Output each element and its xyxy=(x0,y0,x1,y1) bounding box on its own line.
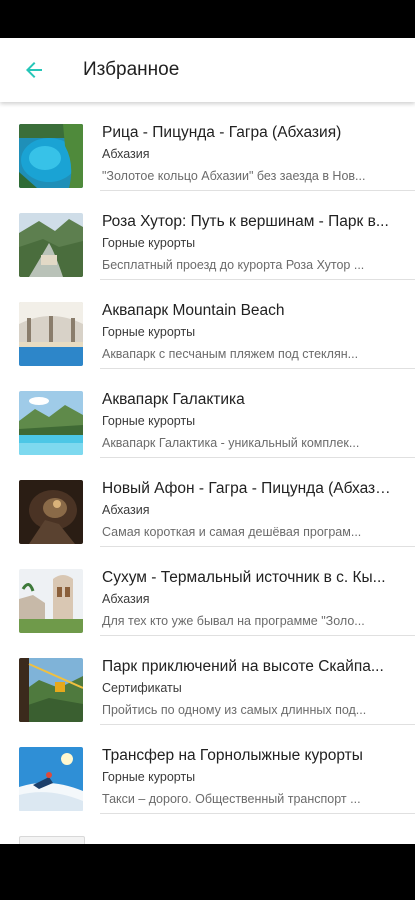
item-category: Абхазия xyxy=(102,147,150,161)
list-item[interactable]: Аквапарк Галактика Горные курорты Аквапа… xyxy=(0,369,415,458)
item-title: Трансфер на Горнолыжные курорты xyxy=(102,747,363,764)
page-title: Избранное xyxy=(83,59,180,80)
item-description: Такси – дорого. Общественный транспорт .… xyxy=(102,792,361,806)
item-thumbnail xyxy=(19,747,83,811)
item-category: Горные курорты xyxy=(102,325,196,339)
list-item[interactable]: Сухум - Термальный источник в с. Кы... А… xyxy=(0,547,415,636)
item-description: Аквапарк с песчаным пляжем под стеклян..… xyxy=(102,347,359,361)
list-item[interactable] xyxy=(0,814,415,844)
item-thumbnail xyxy=(19,302,83,366)
item-thumbnail xyxy=(19,480,83,544)
app-bar: Избранное xyxy=(0,38,415,102)
item-description: "Золотое кольцо Абхазии" без заезда в Но… xyxy=(102,169,366,183)
item-thumbnail xyxy=(19,124,83,188)
favorites-list: Рица - Пицунда - Гагра (Абхазия) Абхазия… xyxy=(0,102,415,844)
item-thumbnail xyxy=(19,569,83,633)
item-title: Аквапарк Mountain Beach xyxy=(102,302,285,319)
status-bar xyxy=(0,0,415,38)
item-title: Аквапарк Галактика xyxy=(102,391,245,408)
item-description: Для тех кто уже бывал на программе "Золо… xyxy=(102,614,365,628)
list-item[interactable]: Трансфер на Горнолыжные курорты Горные к… xyxy=(0,725,415,814)
item-category: Абхазия xyxy=(102,503,150,517)
item-title: Рица - Пицунда - Гагра (Абхазия) xyxy=(102,124,342,141)
arrow-back-icon xyxy=(26,62,42,78)
item-title: Парк приключений на высоте Скайпа... xyxy=(102,658,384,675)
list-item[interactable]: Рица - Пицунда - Гагра (Абхазия) Абхазия… xyxy=(0,102,415,191)
item-category: Горные курорты xyxy=(102,770,196,784)
list-item[interactable]: Новый Афон - Гагра - Пицунда (Абхази... … xyxy=(0,458,415,547)
list-item[interactable]: Парк приключений на высоте Скайпа... Сер… xyxy=(0,636,415,725)
item-thumbnail xyxy=(19,658,83,722)
navigation-bar xyxy=(0,844,415,900)
list-item[interactable]: Аквапарк Mountain Beach Горные курорты А… xyxy=(0,280,415,369)
item-description: Аквапарк Галактика - уникальный комплек.… xyxy=(102,436,360,450)
item-description: Бесплатный проезд до курорта Роза Хутор … xyxy=(102,258,365,272)
item-category: Горные курорты xyxy=(102,236,196,250)
item-title: Новый Афон - Гагра - Пицунда (Абхази... xyxy=(102,480,392,497)
item-thumbnail xyxy=(19,213,83,277)
item-thumbnail xyxy=(19,391,83,455)
item-category: Сертификаты xyxy=(102,681,182,695)
item-title: Роза Хутор: Путь к вершинам - Парк в... xyxy=(102,213,389,230)
item-category: Абхазия xyxy=(102,592,150,606)
back-button[interactable] xyxy=(12,48,56,92)
item-thumbnail xyxy=(19,836,85,844)
list-item[interactable]: Роза Хутор: Путь к вершинам - Парк в... … xyxy=(0,191,415,280)
item-category: Горные курорты xyxy=(102,414,196,428)
item-title: Сухум - Термальный источник в с. Кы... xyxy=(102,569,386,586)
item-description: Пройтись по одному из самых длинных под.… xyxy=(102,703,367,717)
item-description: Самая короткая и самая дешёвая програм..… xyxy=(102,525,362,539)
